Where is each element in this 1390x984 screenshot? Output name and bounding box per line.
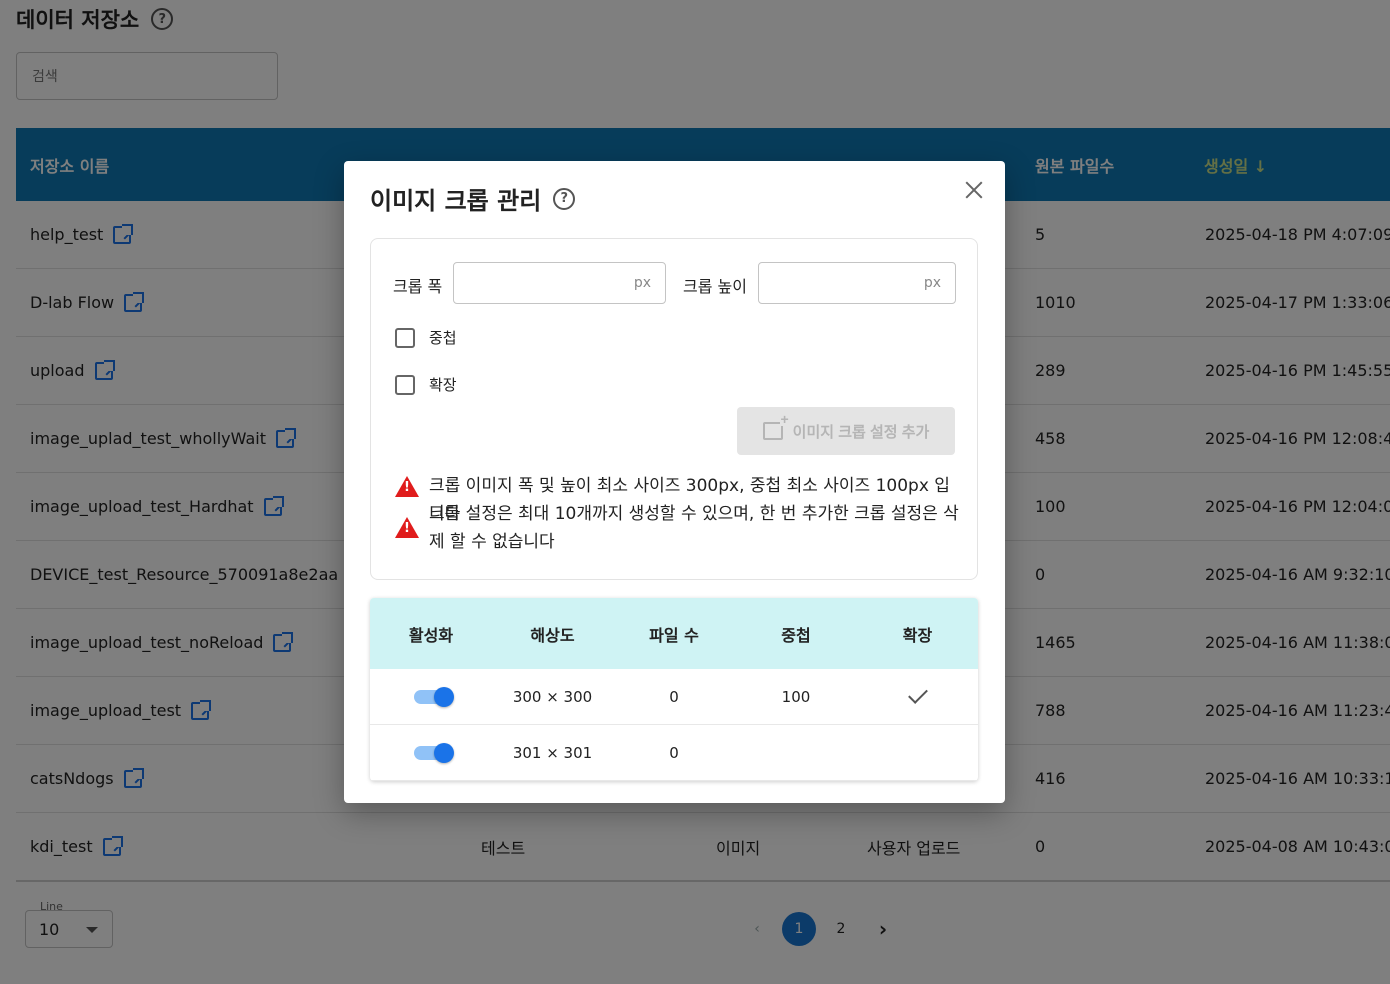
active-cell — [370, 742, 492, 763]
crop-width-input[interactable]: px — [453, 262, 666, 304]
active-toggle[interactable] — [414, 742, 454, 763]
modal-title-text: 이미지 크롭 관리 — [370, 187, 542, 215]
overlap-label: 중첩 — [429, 329, 457, 347]
height-unit: px — [923, 275, 941, 291]
warning-limit-text: 크롭 설정은 최대 10개까지 생성할 수 있으며, 한 번 추가한 크롭 설정… — [429, 504, 959, 552]
modal-title: 이미지 크롭 관리 ? — [370, 181, 576, 216]
warning-limit: 크롭 설정은 최대 10개까지 생성할 수 있으며, 한 번 추가한 크롭 설정… — [395, 500, 965, 556]
crop-height-label: 크롭 높이 — [683, 277, 747, 296]
table-row: 300 × 300 0 100 — [370, 669, 978, 725]
image-crop-modal: 이미지 크롭 관리 ? 크롭 폭 px 크롭 높이 px 중첩 확장 이미지 크… — [344, 161, 1005, 803]
expand-option[interactable]: 확장 — [395, 374, 457, 395]
crop-width-label: 크롭 폭 — [393, 277, 443, 296]
crop-settings-table: 활성화 해상도 파일 수 중첩 확장 300 × 300 0 100 301 ×… — [370, 598, 978, 781]
add-image-icon — [762, 412, 789, 440]
overlap-checkbox[interactable] — [395, 327, 415, 348]
modal-help-icon[interactable]: ? — [553, 187, 576, 210]
expand-cell — [857, 683, 978, 704]
warning-icon — [395, 476, 419, 497]
check-icon — [907, 683, 928, 704]
col-files: 파일 수 — [649, 625, 699, 645]
col-overlap: 중첩 — [781, 625, 811, 645]
crop-table-header: 활성화 해상도 파일 수 중첩 확장 — [370, 598, 978, 669]
table-row: 301 × 301 0 — [370, 725, 978, 781]
crop-settings-card: 크롭 폭 px 크롭 높이 px 중첩 확장 이미지 크롭 설정 추가 크롭 이… — [370, 238, 978, 580]
crop-height-input[interactable]: px — [758, 262, 956, 304]
active-cell — [370, 686, 492, 707]
active-toggle[interactable] — [414, 686, 454, 707]
expand-checkbox[interactable] — [395, 374, 415, 395]
col-active: 활성화 — [408, 625, 454, 645]
col-expand: 확장 — [902, 625, 933, 645]
expand-label: 확장 — [429, 376, 457, 394]
resolution-cell: 300 × 300 — [512, 687, 593, 706]
add-crop-setting-label: 이미지 크롭 설정 추가 — [792, 423, 930, 441]
warning-icon — [395, 517, 419, 538]
overlap-option[interactable]: 중첩 — [395, 327, 457, 348]
close-icon[interactable] — [963, 179, 985, 201]
resolution-cell: 301 × 301 — [512, 743, 593, 762]
width-unit: px — [633, 275, 651, 291]
add-crop-setting-button[interactable]: 이미지 크롭 설정 추가 — [737, 407, 955, 455]
overlap-cell: 100 — [781, 687, 811, 706]
files-cell: 0 — [669, 743, 679, 762]
col-resolution: 해상도 — [530, 625, 575, 645]
files-cell: 0 — [669, 687, 679, 706]
